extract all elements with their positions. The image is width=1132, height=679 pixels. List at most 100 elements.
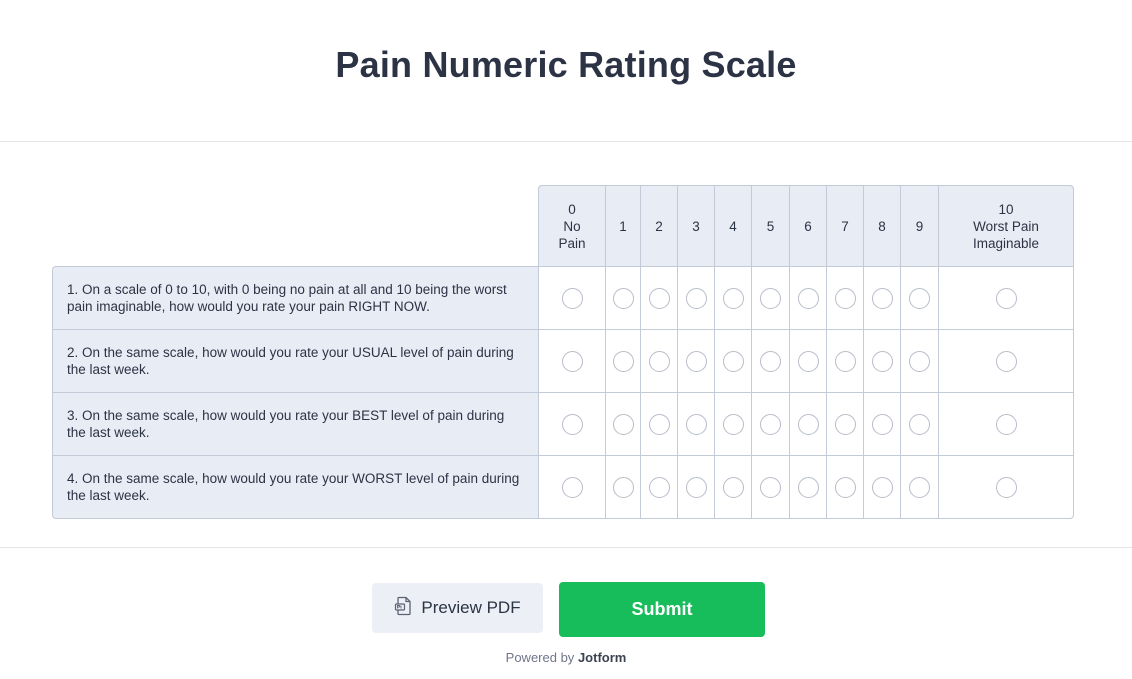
- rating-radio[interactable]: [685, 476, 707, 498]
- matrix-cell: [900, 392, 938, 455]
- top-divider: [0, 141, 1132, 142]
- column-header-row: 0 No Pain 1 2 3 4 5 6 7 8 9 10 Worst Pai…: [52, 185, 1074, 266]
- rating-radio[interactable]: [648, 287, 670, 309]
- rating-radio[interactable]: [612, 350, 634, 372]
- matrix-cell: [677, 329, 714, 392]
- rating-radio[interactable]: [834, 413, 856, 435]
- rating-radio[interactable]: [760, 287, 781, 309]
- question-label: 3. On the same scale, how would you rate…: [52, 392, 538, 455]
- rating-radio[interactable]: [722, 413, 744, 435]
- matrix-cell: [714, 455, 751, 519]
- rating-radio[interactable]: [995, 350, 1017, 372]
- matrix-cell: [714, 266, 751, 329]
- matrix-cell: [900, 329, 938, 392]
- rating-radio[interactable]: [834, 287, 856, 309]
- question-row: 1. On a scale of 0 to 10, with 0 being n…: [52, 266, 1074, 329]
- matrix-cell: [640, 455, 677, 519]
- powered-by-prefix: Powered by: [505, 650, 575, 665]
- question-row: 4. On the same scale, how would you rate…: [52, 455, 1074, 519]
- column-header-2: 2: [640, 185, 677, 266]
- rating-radio[interactable]: [834, 350, 856, 372]
- rating-radio[interactable]: [995, 476, 1017, 498]
- rating-radio[interactable]: [871, 287, 893, 309]
- matrix-cell: [538, 392, 605, 455]
- column-header-3: 3: [677, 185, 714, 266]
- preview-pdf-button[interactable]: Preview PDF: [372, 583, 543, 633]
- rating-radio[interactable]: [561, 413, 583, 435]
- matrix-cell: [826, 455, 863, 519]
- matrix-cell: [863, 329, 900, 392]
- rating-radio[interactable]: [797, 413, 819, 435]
- question-label: 1. On a scale of 0 to 10, with 0 being n…: [52, 266, 538, 329]
- rating-radio[interactable]: [909, 476, 930, 498]
- rating-radio[interactable]: [995, 287, 1017, 309]
- matrix-cell: [640, 392, 677, 455]
- question-label: 4. On the same scale, how would you rate…: [52, 455, 538, 519]
- matrix-cell: [714, 329, 751, 392]
- matrix-cell: [751, 266, 789, 329]
- matrix-cell: [826, 329, 863, 392]
- rating-radio[interactable]: [648, 476, 670, 498]
- matrix-cell: [677, 266, 714, 329]
- rating-radio[interactable]: [612, 287, 634, 309]
- matrix-cell: [863, 455, 900, 519]
- question-row: 3. On the same scale, how would you rate…: [52, 392, 1074, 455]
- rating-radio[interactable]: [871, 350, 893, 372]
- matrix-cell: [789, 266, 826, 329]
- matrix-cell: [605, 392, 640, 455]
- rating-radio[interactable]: [648, 413, 670, 435]
- matrix-cell: [826, 392, 863, 455]
- matrix-cell: [640, 329, 677, 392]
- rating-radio[interactable]: [995, 413, 1017, 435]
- rating-radio[interactable]: [612, 476, 634, 498]
- column-header-4: 4: [714, 185, 751, 266]
- matrix-cell: [900, 266, 938, 329]
- column-header-7: 7: [826, 185, 863, 266]
- matrix-cell: [863, 266, 900, 329]
- question-row: 2. On the same scale, how would you rate…: [52, 329, 1074, 392]
- rating-radio[interactable]: [685, 413, 707, 435]
- rating-radio[interactable]: [722, 350, 744, 372]
- rating-radio[interactable]: [760, 413, 781, 435]
- matrix-cell: [605, 266, 640, 329]
- rating-radio[interactable]: [760, 476, 781, 498]
- matrix-cell: [938, 455, 1074, 519]
- rating-radio[interactable]: [685, 350, 707, 372]
- powered-by: Powered by Jotform: [0, 650, 1132, 665]
- rating-radio[interactable]: [722, 287, 744, 309]
- matrix-cell: [863, 392, 900, 455]
- column-header-9: 9: [900, 185, 938, 266]
- column-header-6: 6: [789, 185, 826, 266]
- rating-radio[interactable]: [909, 350, 930, 372]
- rating-matrix: 0 No Pain 1 2 3 4 5 6 7 8 9 10 Worst Pai…: [52, 185, 1074, 519]
- rating-radio[interactable]: [612, 413, 634, 435]
- rating-radio[interactable]: [871, 476, 893, 498]
- matrix-cell: [751, 392, 789, 455]
- matrix-cell: [605, 455, 640, 519]
- rating-radio[interactable]: [834, 476, 856, 498]
- rating-radio[interactable]: [871, 413, 893, 435]
- matrix-cell: [938, 392, 1074, 455]
- rating-radio[interactable]: [561, 287, 583, 309]
- matrix-cell: [789, 392, 826, 455]
- rating-radio[interactable]: [797, 287, 819, 309]
- submit-button[interactable]: Submit: [559, 582, 765, 637]
- matrix-cell: [538, 329, 605, 392]
- jotform-brand[interactable]: Jotform: [578, 650, 626, 665]
- matrix-cell: [789, 329, 826, 392]
- rating-radio[interactable]: [909, 287, 930, 309]
- question-label: 2. On the same scale, how would you rate…: [52, 329, 538, 392]
- rating-radio[interactable]: [797, 476, 819, 498]
- rating-radio[interactable]: [909, 413, 930, 435]
- column-header-8: 8: [863, 185, 900, 266]
- rating-radio[interactable]: [685, 287, 707, 309]
- rating-radio[interactable]: [722, 476, 744, 498]
- rating-radio[interactable]: [797, 350, 819, 372]
- rating-radio[interactable]: [648, 350, 670, 372]
- matrix-cell: [677, 392, 714, 455]
- rating-radio[interactable]: [760, 350, 781, 372]
- matrix-cell: [826, 266, 863, 329]
- rating-radio[interactable]: [561, 476, 583, 498]
- rating-radio[interactable]: [561, 350, 583, 372]
- matrix-cell: [538, 266, 605, 329]
